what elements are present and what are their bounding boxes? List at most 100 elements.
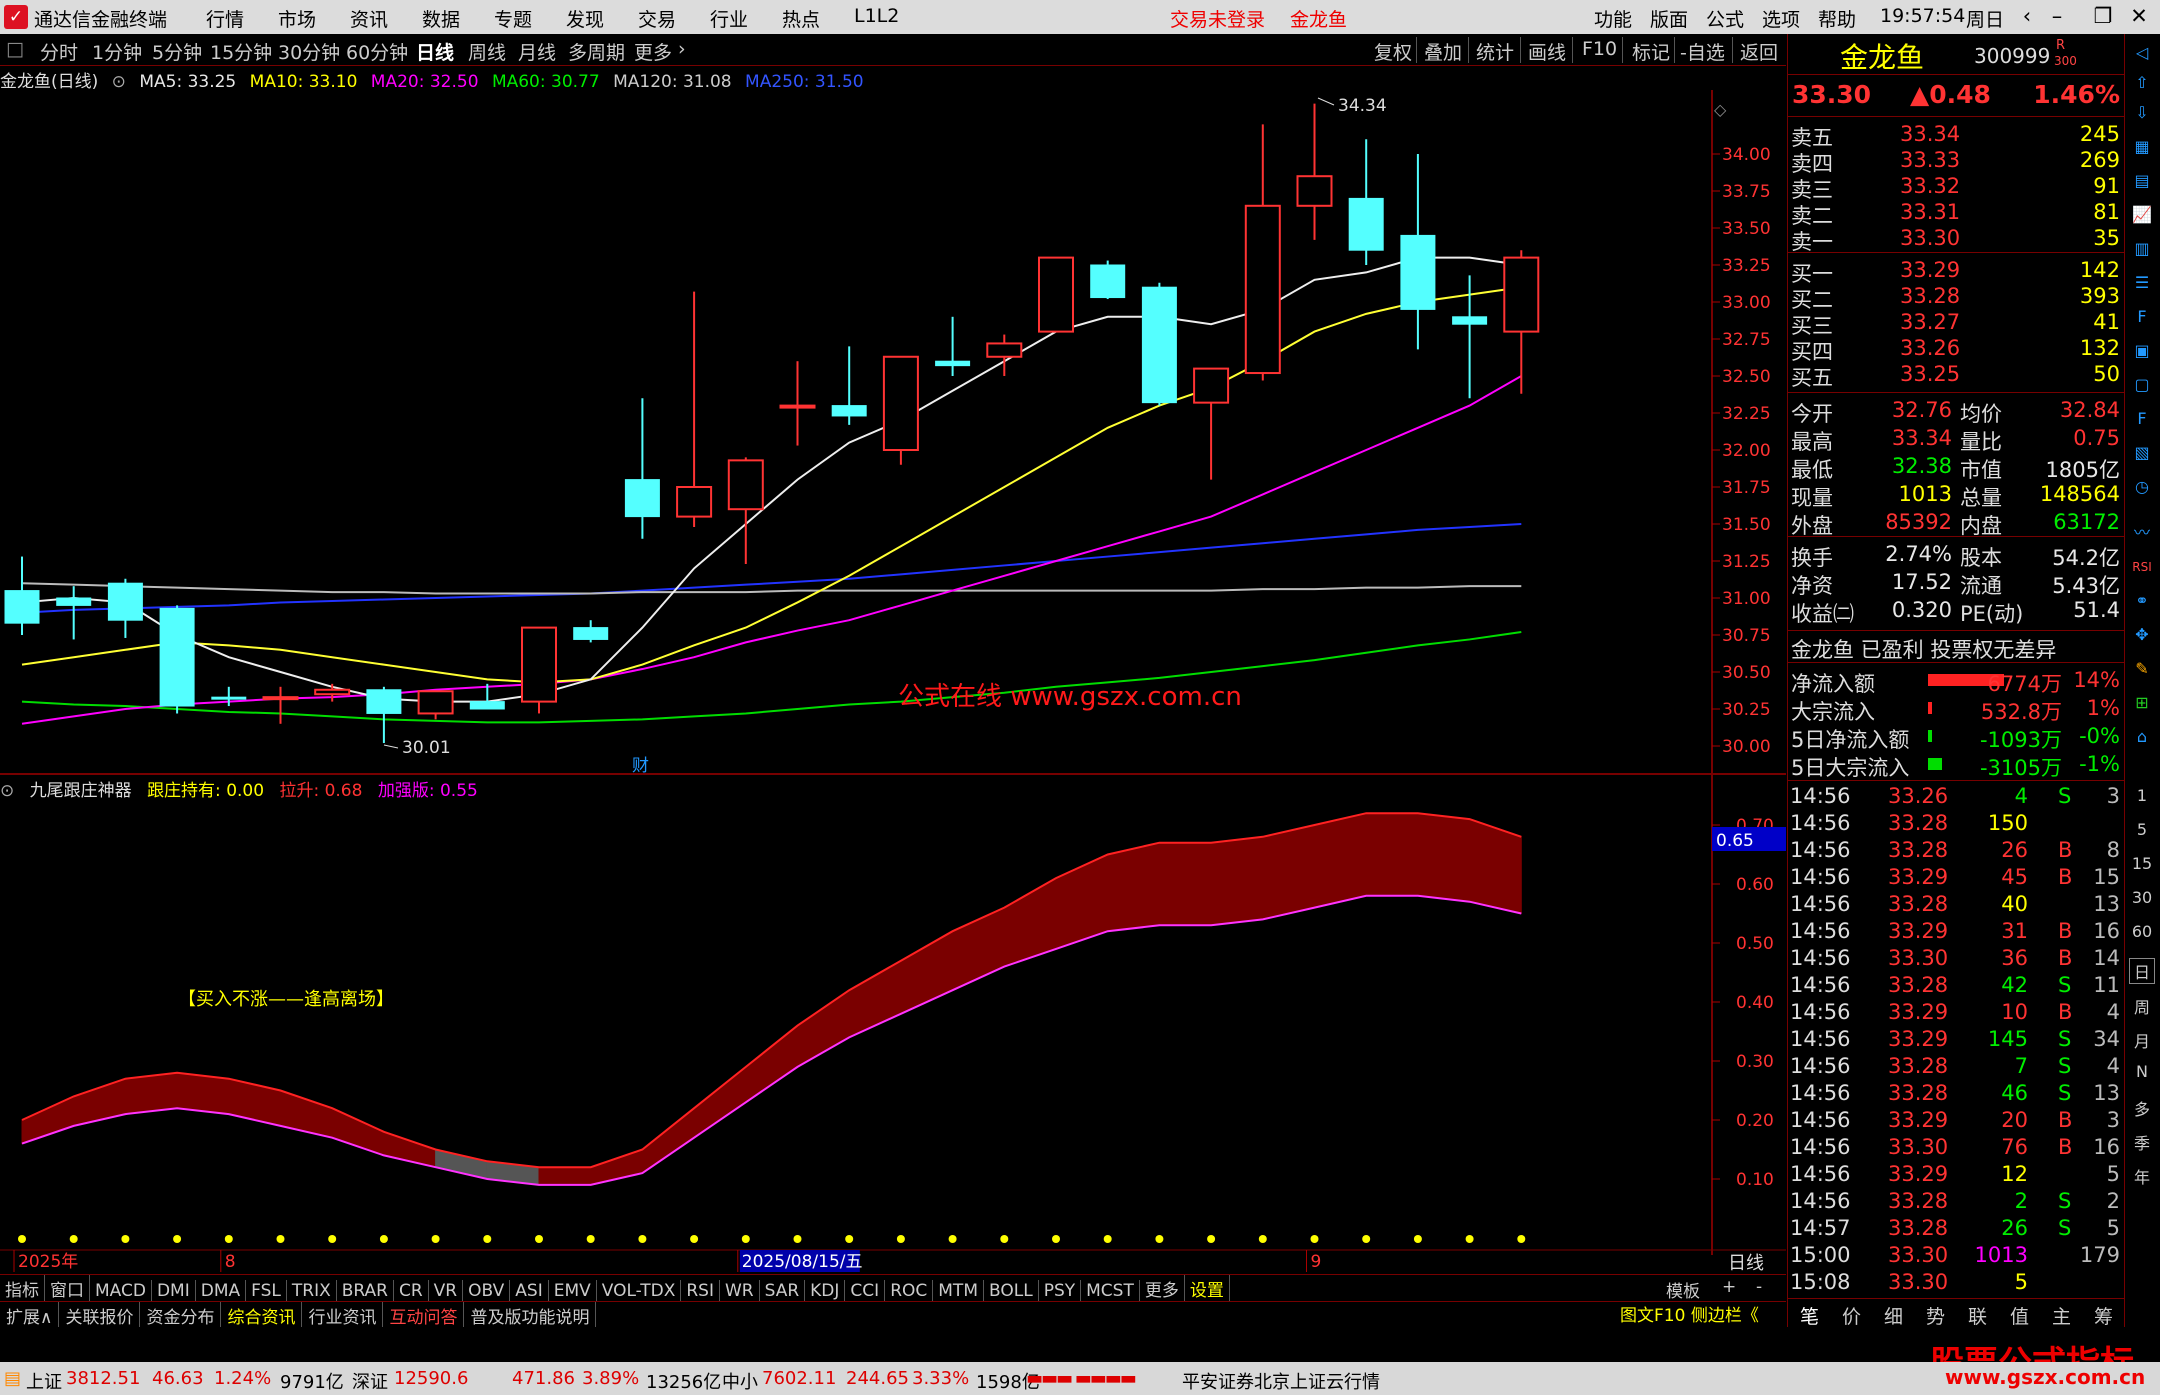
menu-xuanxiang[interactable]: 选项 [1762,5,1800,32]
tab-16[interactable]: SAR [760,1280,806,1302]
candle[interactable] [1090,260,1126,300]
period-side-5[interactable]: 5 [2129,820,2155,839]
ask-price[interactable]: 33.31 [1900,200,1960,224]
tab-19[interactable]: ROC [885,1280,934,1302]
page-icon[interactable]: ▢ [2129,372,2155,398]
status-zx-name[interactable]: 中小 [722,1368,758,1394]
tag-icon[interactable]: ⌂ [2129,724,2155,750]
tab-0[interactable]: 指标 [0,1275,45,1302]
menu-zhuanti[interactable]: 专题 [494,5,532,32]
menu-jiaoyi[interactable]: 交易 [638,5,676,32]
period-60min[interactable]: 60分钟 [346,38,408,65]
candle[interactable] [573,620,609,643]
btn-tongji[interactable]: 统计 [1476,38,1514,65]
tab-remove[interactable]: - [1756,1277,1762,1297]
period-5min[interactable]: 5分钟 [152,38,202,65]
menu-l1l2[interactable]: L1L2 [854,5,899,27]
sidebar-toggle-links[interactable]: 图文F10 侧边栏《 [1620,1301,1759,1326]
pen-icon[interactable]: ✎ [2129,656,2155,682]
collapse-icon[interactable]: □ [6,38,24,60]
f10-icon[interactable]: F [2129,304,2155,330]
rsi-icon[interactable]: RSI [2129,554,2155,580]
period-more[interactable]: 更多 [634,38,672,65]
btn-f10[interactable]: F10 [1582,38,1617,60]
panel-tab-7[interactable]: 筹 [2094,1302,2113,1329]
tab-12[interactable]: EMV [549,1280,597,1302]
period-weekly[interactable]: 周线 [468,38,506,65]
login-status[interactable]: 交易未登录 [1170,5,1265,32]
kline-icon[interactable]: ▥ [2129,236,2155,262]
candle[interactable] [417,690,454,720]
ask-price[interactable]: 33.32 [1900,174,1960,198]
btn-huaxian[interactable]: 画线 [1528,38,1566,65]
diamond-icon[interactable]: ◇ [1714,100,1727,119]
tab-add[interactable]: + [1722,1277,1736,1297]
period-side-week[interactable]: 周 [2129,994,2155,1018]
menu-shuju[interactable]: 数据 [422,5,460,32]
menu-redian[interactable]: 热点 [782,5,820,32]
tab-10[interactable]: OBV [463,1280,511,1302]
tab-8[interactable]: CR [394,1280,429,1302]
candle[interactable] [1503,250,1540,394]
menu-hangqing[interactable]: 行情 [206,5,244,32]
candle[interactable] [159,605,195,714]
period-monthly[interactable]: 月线 [518,38,556,65]
move-icon[interactable]: ✥ [2129,622,2155,648]
panel-tab-2[interactable]: 细 [1884,1302,1903,1329]
candle[interactable] [366,686,402,744]
period-side-day[interactable]: 日 [2129,958,2155,984]
btab-guanlian[interactable]: 关联报价 [59,1302,141,1329]
candle[interactable] [262,686,299,724]
menu-bangzhu[interactable]: 帮助 [1818,5,1856,32]
excel-icon[interactable]: ⊞ [2129,690,2155,716]
tab-3[interactable]: DMI [152,1280,196,1302]
indicator-settings-icon[interactable]: ⊙ [0,781,14,801]
tab-7[interactable]: BRAR [337,1280,394,1302]
tab-5[interactable]: FSL [246,1280,287,1302]
status-sz-name[interactable]: 深证 [352,1368,388,1394]
candle[interactable] [1348,139,1384,265]
tab-23[interactable]: MCST [1081,1280,1140,1302]
panel-tab-5[interactable]: 值 [2010,1302,2029,1329]
period-side-month[interactable]: 月 [2129,1028,2155,1052]
ask-price[interactable]: 33.34 [1900,122,1960,146]
list-icon[interactable]: ☰ [2129,270,2155,296]
arrow-left-icon[interactable]: ◁ [2129,40,2155,66]
menu-banmian[interactable]: 版面 [1650,5,1688,32]
bid-price[interactable]: 33.26 [1900,336,1960,360]
candle[interactable] [1244,124,1281,381]
kline-chart[interactable]: 34.00 33.75 33.50 33.25 33.00 32.75 32.50 32.25… [0,90,1786,1325]
bid-price[interactable]: 33.29 [1900,258,1960,282]
bid-price[interactable]: 33.28 [1900,284,1960,308]
candle[interactable] [56,586,92,640]
btab-hangye[interactable]: 行业资讯 [302,1302,384,1329]
period-30min[interactable]: 30分钟 [278,38,340,65]
tab-9[interactable]: VR [429,1280,464,1302]
period-15min[interactable]: 15分钟 [210,38,272,65]
period-side-15[interactable]: 15 [2129,854,2155,873]
panel-tab-1[interactable]: 价 [1842,1302,1861,1329]
arrow-down-icon[interactable]: ⇩ [2129,100,2155,126]
period-side-season[interactable]: 季 [2129,1130,2155,1154]
tab-1[interactable]: 窗口 [45,1275,90,1302]
indicator-name[interactable]: 九尾跟庄神器 [30,781,132,801]
back-icon[interactable]: ‹ [2012,4,2042,28]
candle[interactable] [935,316,971,376]
tab-6[interactable]: TRIX [287,1280,337,1302]
period-side-60[interactable]: 60 [2129,922,2155,941]
ask-price[interactable]: 33.30 [1900,226,1960,250]
period-side-multi[interactable]: 多 [2129,1096,2155,1120]
btn-zixuan[interactable]: -自选 [1680,38,1725,65]
bid-price[interactable]: 33.25 [1900,362,1960,386]
ask-price[interactable]: 33.33 [1900,148,1960,172]
period-daily[interactable]: 日线 [416,38,454,65]
btn-diejia[interactable]: 叠加 [1424,38,1462,65]
window-icon[interactable]: ▣ [2129,338,2155,364]
btab-hudong[interactable]: 互动问答 [383,1302,465,1329]
panel-tab-3[interactable]: 势 [1926,1302,1945,1329]
candle[interactable] [676,291,713,527]
f2-icon[interactable]: F [2129,406,2155,432]
table-icon[interactable]: ▤ [2129,168,2155,194]
candle[interactable] [4,556,40,635]
btab-expand[interactable]: 扩展∧ [0,1302,60,1329]
